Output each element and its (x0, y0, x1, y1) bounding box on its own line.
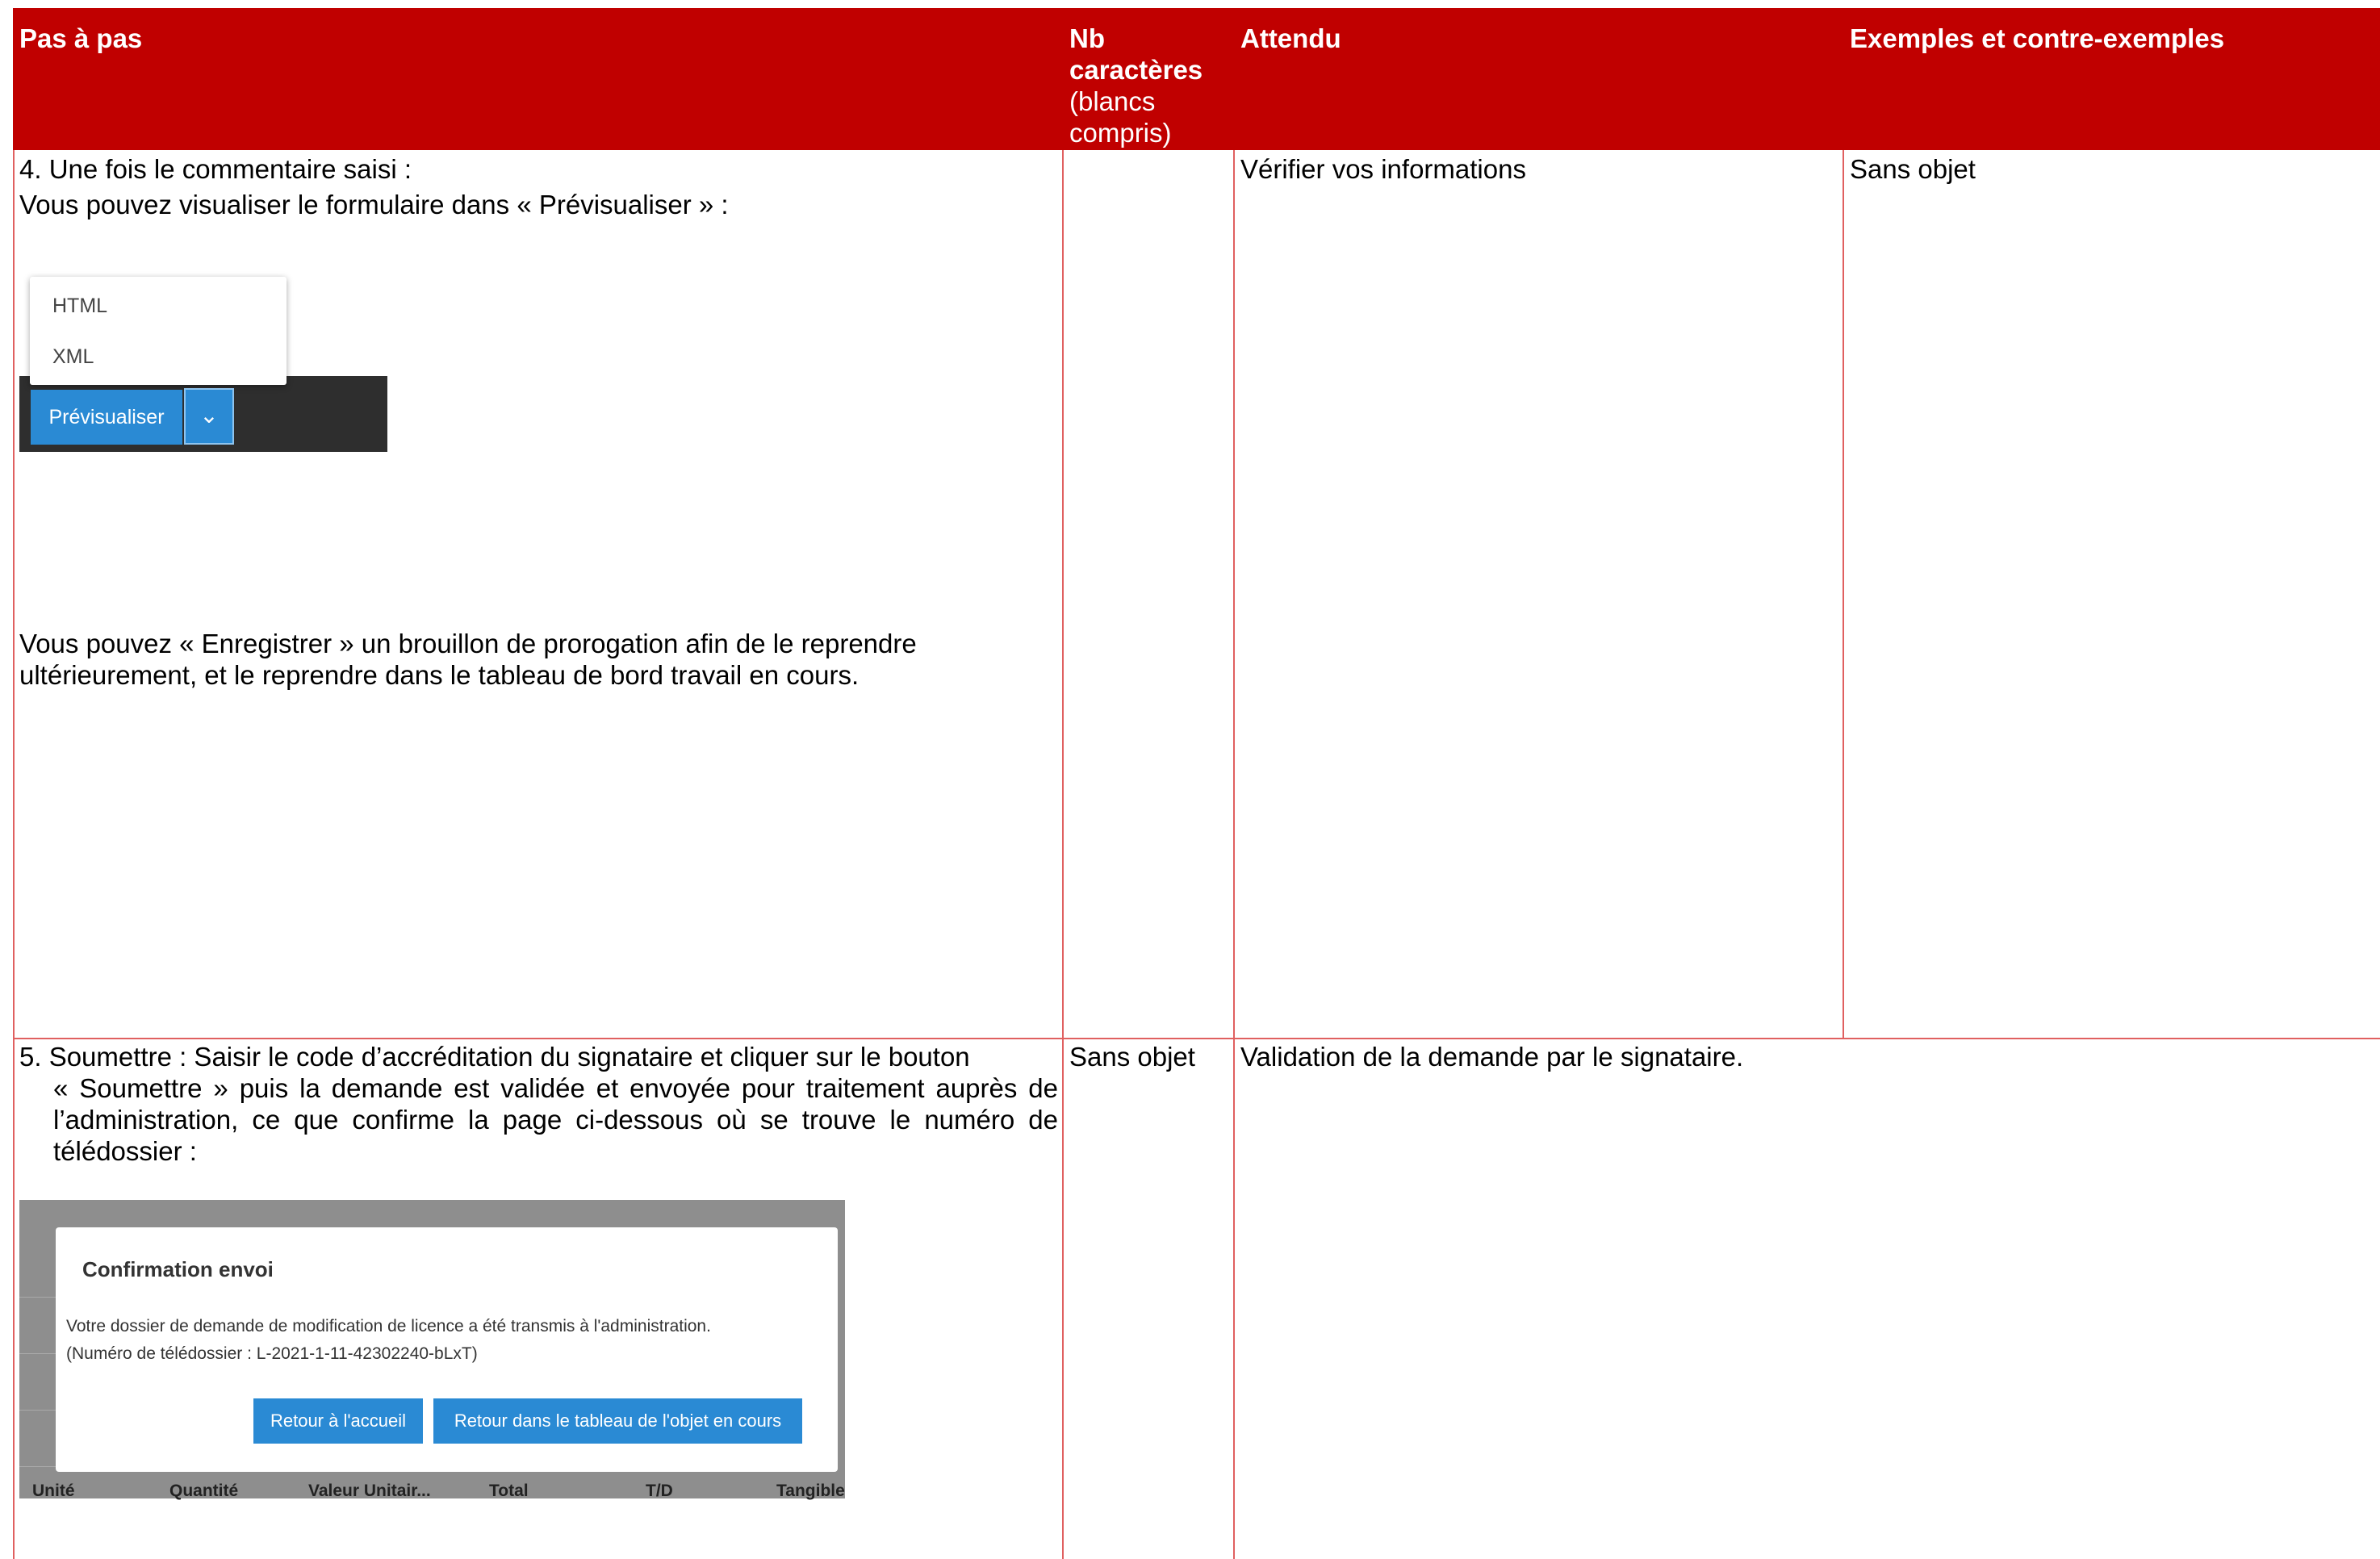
table-col-td: T/D (646, 1482, 673, 1500)
header-nb-caracteres: Nb caractères (blancs compris) (1069, 23, 1231, 148)
header-pas-a-pas: Pas à pas (19, 23, 143, 53)
grid-row-separator (13, 1038, 2380, 1039)
grid-col-line-1 (1062, 150, 1064, 1559)
return-board-button[interactable]: Retour dans le tableau de l'objet en cou… (433, 1398, 802, 1444)
header-attendu: Attendu (1240, 23, 1341, 53)
menu-item-xml[interactable]: XML (52, 345, 94, 369)
confirmation-message-line1: Votre dossier de demande de modification… (66, 1317, 711, 1335)
grid-col-line-2 (1233, 150, 1235, 1559)
header-nb-sub: (blancs compris) (1069, 86, 1172, 148)
table-col-tangible: Tangible (776, 1482, 845, 1500)
row4-exemples: Sans objet (1850, 154, 1976, 184)
row4-step-title: 4. Une fois le commentaire saisi : (19, 154, 412, 184)
table-col-total: Total (489, 1482, 529, 1500)
return-home-button[interactable]: Retour à l'accueil (253, 1398, 423, 1444)
menu-item-html[interactable]: HTML (52, 295, 107, 318)
table-col-valeur: Valeur Unitair... (308, 1482, 431, 1500)
row4-attendu: Vérifier vos informations (1240, 154, 1526, 184)
grid-col-line-3 (1843, 150, 1844, 1038)
preview-button[interactable]: Prévisualiser (31, 390, 182, 445)
chevron-down-icon[interactable]: ⌄ (184, 388, 234, 445)
table-col-quantite: Quantité (169, 1482, 239, 1500)
confirmation-title: Confirmation envoi (82, 1257, 274, 1281)
confirmation-message: Votre dossier de demande de modification… (66, 1313, 711, 1368)
row5-step-text: « Soumettre » puis la demande est validé… (53, 1073, 1058, 1166)
row5-nb: Sans objet (1069, 1042, 1195, 1072)
table-col-unite: Unité (32, 1482, 75, 1500)
grid-left-border (13, 150, 15, 1559)
row4-step-text: Vous pouvez visualiser le formulaire dan… (19, 190, 729, 219)
row5-step-title: 5. Soumettre : Saisir le code d’accrédit… (19, 1042, 970, 1072)
row5-attendu: Validation de la demande par le signatai… (1240, 1042, 1744, 1072)
header-exemples: Exemples et contre-exemples (1850, 23, 2225, 53)
header-nb-bold: Nb caractères (1069, 23, 1203, 85)
row4-save-paragraph: Vous pouvez « Enregistrer » un brouillon… (19, 629, 917, 690)
preview-dropdown-menu: HTML XML (30, 277, 287, 385)
confirmation-message-line2: (Numéro de télédossier : L-2021-1-11-423… (66, 1344, 478, 1363)
